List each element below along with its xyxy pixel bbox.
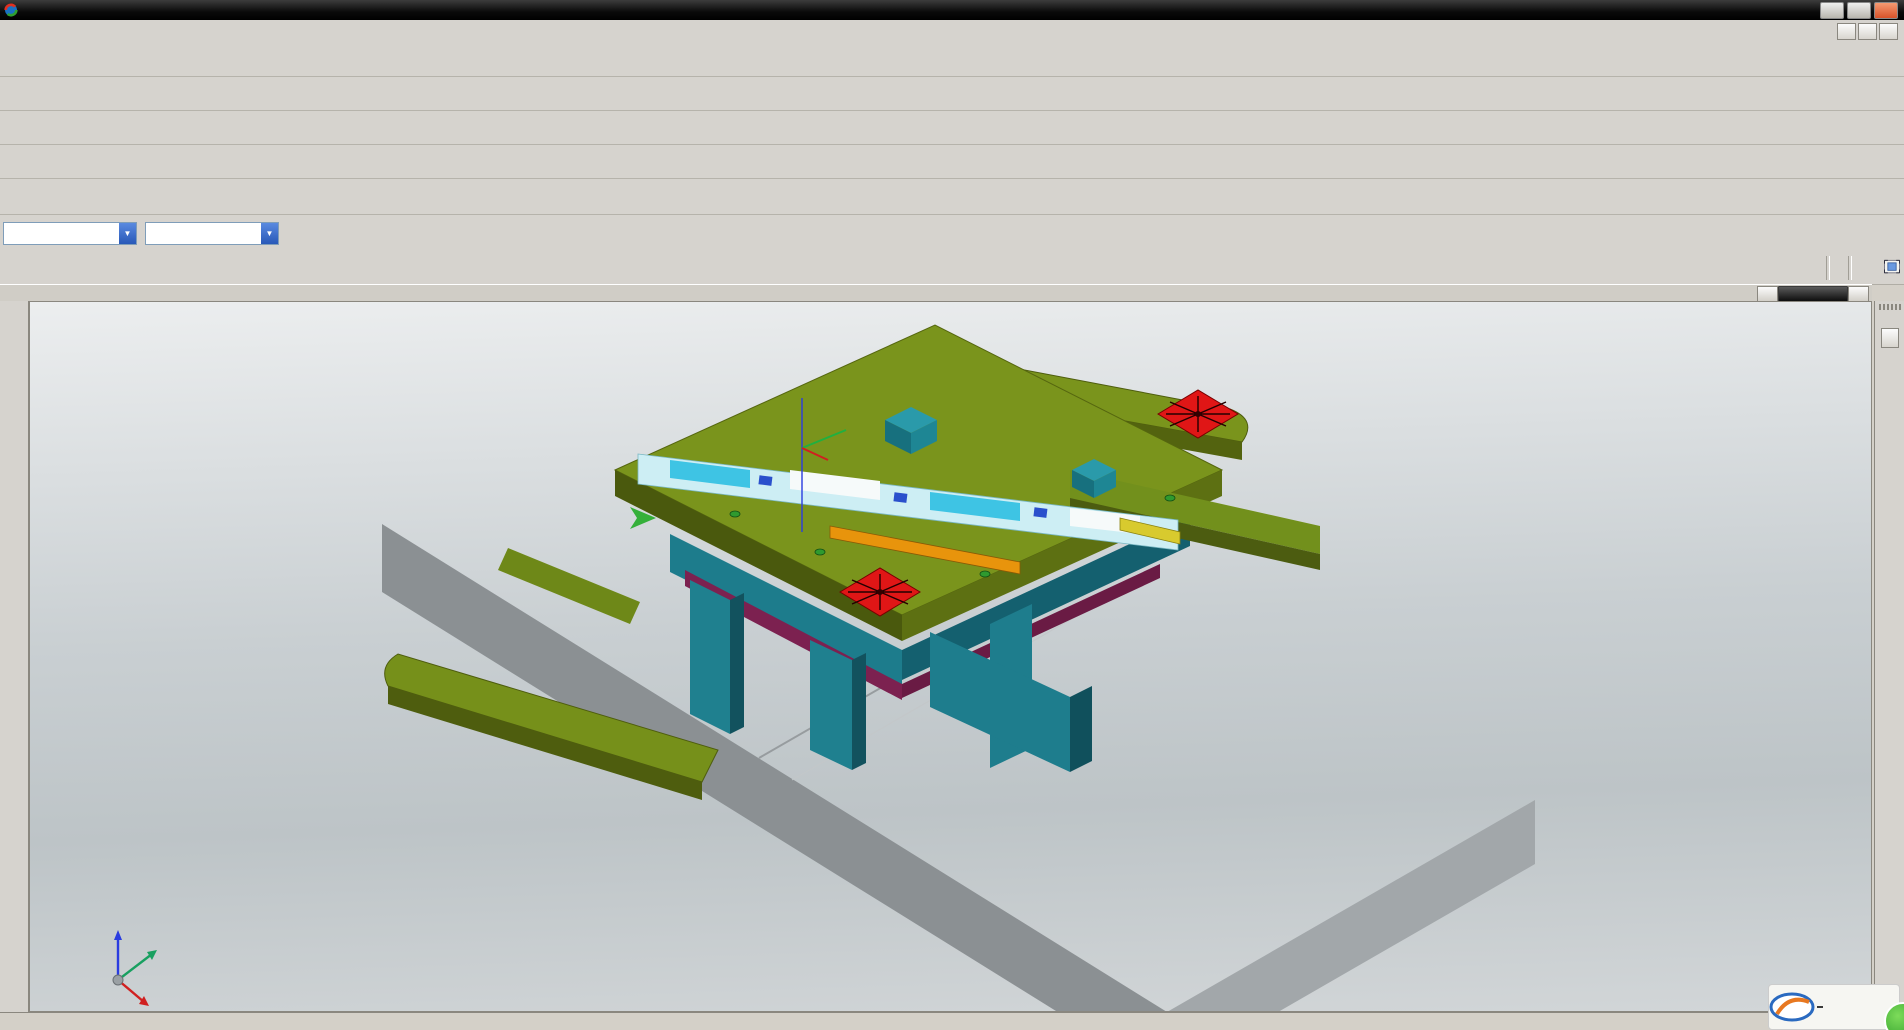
selection-scope-dropdown-icon[interactable]: ▼ [261, 223, 278, 244]
xs-logo-icon [1769, 990, 1815, 1024]
mdi-restore-button[interactable] [1858, 23, 1877, 40]
maximize-button[interactable] [1847, 2, 1871, 19]
watermark-url [1817, 1006, 1823, 1008]
view-triad [113, 930, 157, 1006]
model-view [30, 302, 1872, 1012]
selection-bar: ▼ ▼ [0, 215, 1904, 253]
mdi-minimize-button[interactable] [1837, 23, 1856, 40]
window-bottom-edge [0, 1012, 1904, 1030]
nx-app-icon [3, 2, 19, 18]
graphics-window[interactable] [29, 301, 1872, 1012]
scrollbar-thumb[interactable] [1778, 286, 1848, 302]
selection-filter-dropdown-icon[interactable]: ▼ [119, 223, 136, 244]
close-button[interactable] [1874, 2, 1898, 19]
scroll-left-button[interactable] [1757, 286, 1778, 302]
watermark [1768, 984, 1900, 1030]
palette-drag-handle[interactable] [1879, 304, 1901, 310]
selection-filter-combo[interactable]: ▼ [3, 222, 137, 245]
scroll-right-button[interactable] [1848, 286, 1869, 302]
fullscreen-icon [1882, 257, 1902, 277]
toolbar-curves [0, 179, 1904, 215]
mdi-close-button[interactable] [1879, 23, 1898, 40]
title-bar [0, 0, 1904, 20]
selection-scope-combo[interactable]: ▼ [145, 222, 279, 245]
fullscreen-button[interactable] [1882, 257, 1902, 277]
status-bar [0, 252, 1904, 285]
resource-bar [0, 301, 29, 1012]
palette-collapse-button[interactable] [1881, 328, 1899, 348]
toolbar-features [0, 77, 1904, 111]
toolbar-standard [0, 42, 1904, 77]
minimize-button[interactable] [1820, 2, 1844, 19]
part-palette-bar [1874, 301, 1904, 1012]
bed-right-side [1167, 800, 1535, 1012]
toolbar-display-tools [0, 145, 1904, 179]
menu-bar [0, 20, 1904, 43]
toolbar-surface [0, 111, 1904, 145]
